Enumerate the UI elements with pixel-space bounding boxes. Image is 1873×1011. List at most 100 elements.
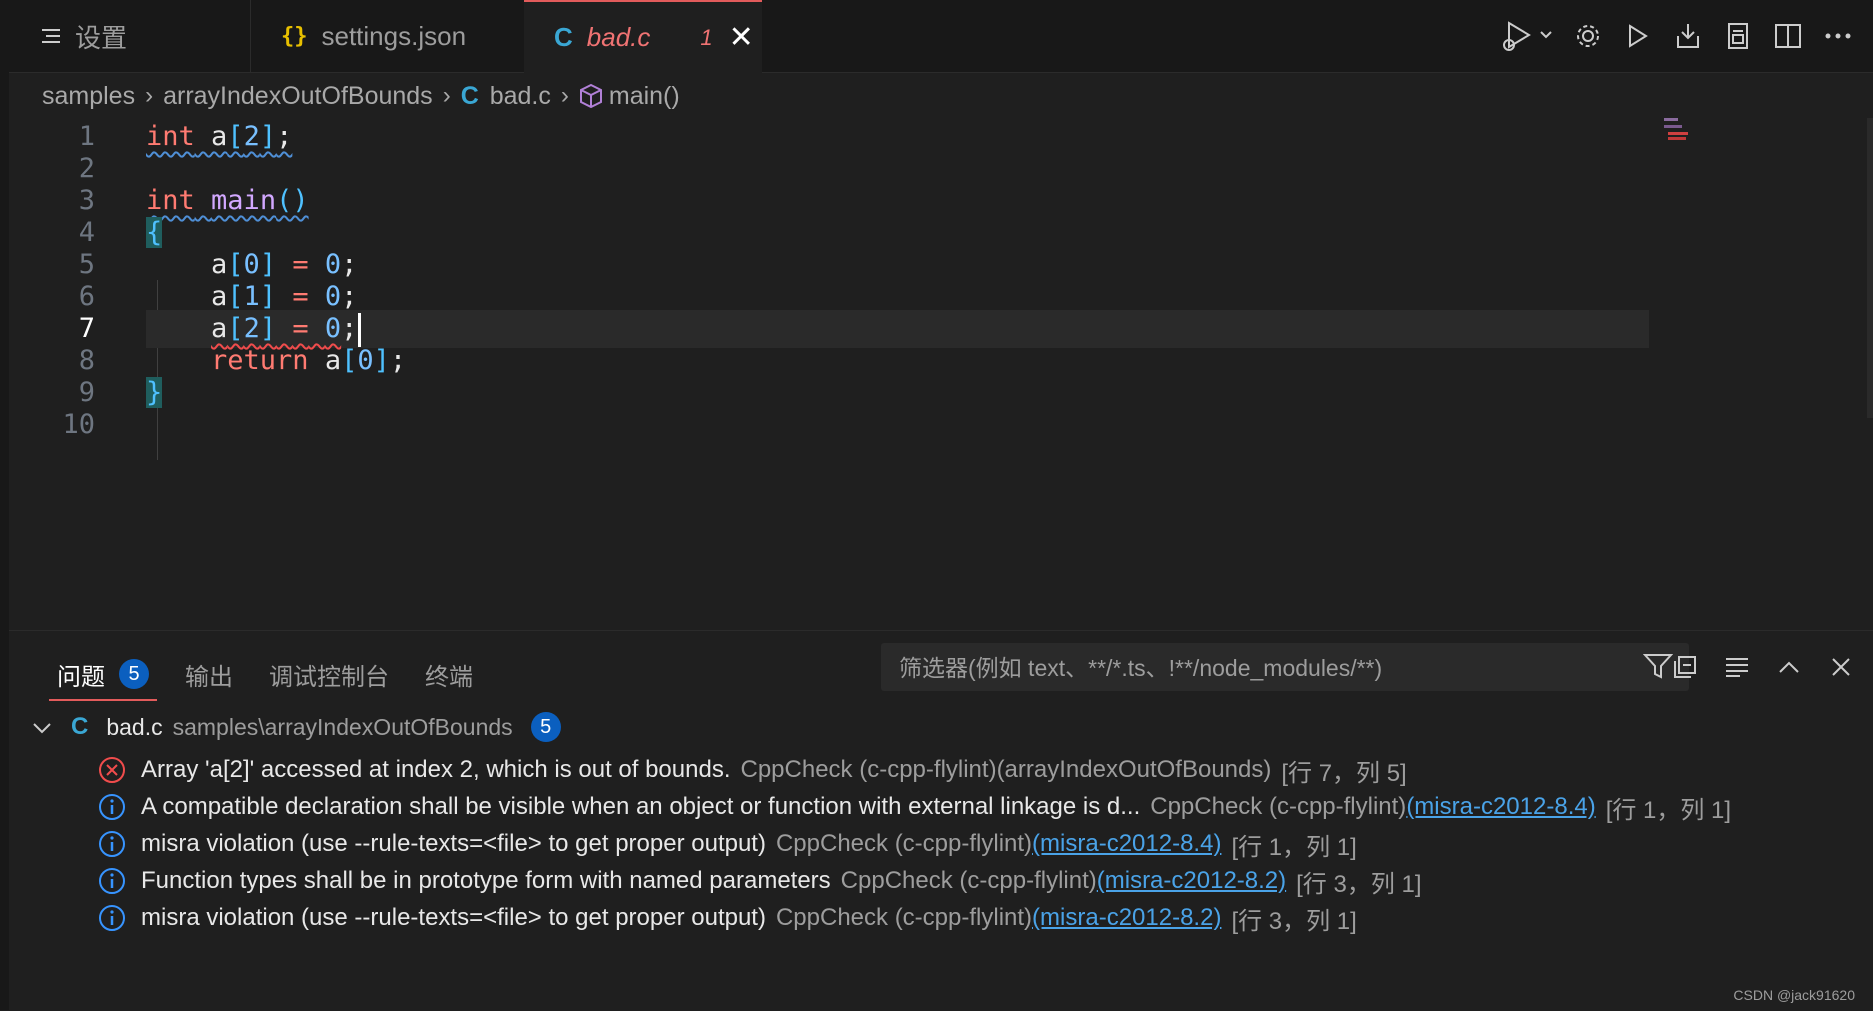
cube-icon xyxy=(579,83,602,109)
tab-bad-c-label: bad.c xyxy=(586,22,651,52)
chevron-right-icon: › xyxy=(560,82,569,109)
problem-file-group[interactable]: C bad.c samples\arrayIndexOutOfBounds 5 xyxy=(31,707,561,747)
tab-problem-count: 1 xyxy=(700,24,713,50)
problem-position: [行 7，列 5] xyxy=(1281,759,1407,787)
rule-link[interactable]: (misra-c2012-8.2) xyxy=(1032,904,1221,932)
editor-toolbar xyxy=(1493,0,1863,72)
watermark: CSDN @jack91620 xyxy=(1733,987,1855,1003)
collapse-all-icon xyxy=(1674,656,1696,678)
json-file-icon: {} xyxy=(281,23,308,49)
chevron-down-icon[interactable] xyxy=(31,714,53,741)
info-icon xyxy=(97,903,127,933)
breadcrumb-item-file[interactable]: C bad.c xyxy=(461,82,551,111)
rule-link[interactable]: (misra-c2012-8.4) xyxy=(1032,830,1221,858)
tab-output-label: 输出 xyxy=(185,663,233,691)
problems-filter xyxy=(881,643,1689,693)
code-editor[interactable]: 1 int a[2]; 2 3 int main() 4 { 5 a[0] = … xyxy=(9,118,1873,628)
problem-source: CppCheck (c-cpp-flylint)(arrayIndexOutOf… xyxy=(740,756,1272,783)
editor-scrollbar[interactable] xyxy=(1867,118,1873,418)
tab-settings-label: 设置 xyxy=(75,22,128,53)
problem-item[interactable]: misra violation (use --rule-texts=<file>… xyxy=(97,898,1357,938)
problem-message: misra violation (use --rule-texts=<file>… xyxy=(141,904,766,931)
bottom-panel: 问题 5 输出 调试控制台 终端 C bad.c samples\arra xyxy=(9,630,1873,1011)
filter-input[interactable] xyxy=(897,643,1621,693)
close-panel-button[interactable] xyxy=(1817,645,1865,689)
run-debug-dropdown-button[interactable] xyxy=(1493,11,1563,61)
panel-actions xyxy=(1661,645,1865,689)
tab-settings-json[interactable]: {} settings.json xyxy=(250,0,523,72)
problem-position: [行 1，列 1] xyxy=(1231,833,1357,861)
problem-source: CppCheck (c-cpp-flylint) xyxy=(840,867,1097,894)
editor-tab-bar: 设置 {} settings.json C bad.c 1 ✕ xyxy=(9,0,1873,73)
problem-position: [行 3，列 1] xyxy=(1296,870,1422,898)
code-line[interactable]: 10 xyxy=(9,406,1649,444)
problem-source: CppCheck (c-cpp-flylint) xyxy=(775,904,1033,931)
view-as-list-button[interactable] xyxy=(1713,645,1761,689)
tab-bad-c[interactable]: C bad.c 1 ✕ xyxy=(524,0,762,73)
problem-position: [行 3，列 1] xyxy=(1231,907,1357,935)
c-file-icon: C xyxy=(554,22,573,52)
info-icon xyxy=(97,829,127,859)
close-icon xyxy=(1832,658,1850,676)
breadcrumb-item-folder[interactable]: arrayIndexOutOfBounds xyxy=(163,82,433,111)
settings-gear-button[interactable] xyxy=(1563,11,1613,61)
error-icon xyxy=(97,755,127,785)
tab-output[interactable]: 输出 xyxy=(167,651,251,697)
download-icon xyxy=(1677,24,1699,48)
info-icon xyxy=(97,792,127,822)
problem-source: CppCheck (c-cpp-flylint) xyxy=(1150,793,1407,820)
problem-message: Array 'a[2]' accessed at index 2, which … xyxy=(141,756,731,783)
ellipsis-icon xyxy=(1825,33,1851,39)
debug-run-icon xyxy=(1503,21,1552,51)
rule-link[interactable]: (misra-c2012-8.2) xyxy=(1097,867,1286,895)
file-action-button[interactable] xyxy=(1713,11,1763,61)
gear-icon xyxy=(1577,25,1599,47)
rule-link[interactable]: (misra-c2012-8.4) xyxy=(1406,793,1595,821)
tab-settings-json-label: settings.json xyxy=(321,20,467,51)
tab-problems[interactable]: 问题 5 xyxy=(39,651,167,701)
chevron-up-icon xyxy=(1779,661,1799,673)
collapse-all-button[interactable] xyxy=(1661,645,1709,689)
line-number: 10 xyxy=(62,409,95,440)
tab-terminal[interactable]: 终端 xyxy=(407,651,491,697)
split-editor-button[interactable] xyxy=(1763,11,1813,61)
close-tab-icon[interactable]: ✕ xyxy=(729,20,754,55)
group-file-path: samples\arrayIndexOutOfBounds xyxy=(172,713,513,740)
problems-count-badge: 5 xyxy=(119,659,149,689)
run-button[interactable] xyxy=(1613,11,1663,61)
list-icon xyxy=(41,21,61,52)
info-icon xyxy=(97,866,127,896)
tab-terminal-label: 终端 xyxy=(425,663,473,691)
panel-tabs: 问题 5 输出 调试控制台 终端 xyxy=(39,651,491,701)
document-icon xyxy=(1728,23,1748,49)
list-view-icon xyxy=(1726,658,1748,677)
problem-item[interactable]: A compatible declaration shall be visibl… xyxy=(97,787,1731,827)
problem-source: CppCheck (c-cpp-flylint) xyxy=(775,830,1033,857)
c-file-icon: C xyxy=(460,81,479,110)
download-button[interactable] xyxy=(1663,11,1713,61)
more-actions-button[interactable] xyxy=(1813,11,1863,61)
problem-message: misra violation (use --rule-texts=<file>… xyxy=(141,830,766,857)
c-file-icon: C xyxy=(71,713,89,740)
tab-settings[interactable]: 设置 xyxy=(9,0,249,72)
breadcrumb-item-symbol[interactable]: main() xyxy=(579,82,680,111)
tab-debug-console[interactable]: 调试控制台 xyxy=(251,651,407,697)
breadcrumb-item-samples[interactable]: samples xyxy=(42,82,135,111)
problem-position: [行 1，列 1] xyxy=(1605,796,1732,824)
problem-item[interactable]: Array 'a[2]' accessed at index 2, which … xyxy=(97,750,1407,790)
problem-item[interactable]: Function types shall be in prototype for… xyxy=(97,861,1422,901)
group-count-badge: 5 xyxy=(530,712,561,742)
group-file-name: bad.c xyxy=(106,713,163,740)
split-editor-icon xyxy=(1775,24,1801,48)
maximize-panel-button[interactable] xyxy=(1765,645,1813,689)
minimap[interactable] xyxy=(1664,118,1704,148)
problem-message: A compatible declaration shall be visibl… xyxy=(141,793,1141,820)
chevron-right-icon: › xyxy=(442,82,451,109)
tab-debug-console-label: 调试控制台 xyxy=(269,663,389,691)
problem-item[interactable]: misra violation (use --rule-texts=<file>… xyxy=(97,824,1357,864)
problem-message: Function types shall be in prototype for… xyxy=(141,867,831,894)
play-icon xyxy=(1629,24,1648,48)
chevron-right-icon: › xyxy=(145,82,154,109)
tab-problems-label: 问题 xyxy=(57,663,105,691)
activity-strip xyxy=(0,0,9,1010)
